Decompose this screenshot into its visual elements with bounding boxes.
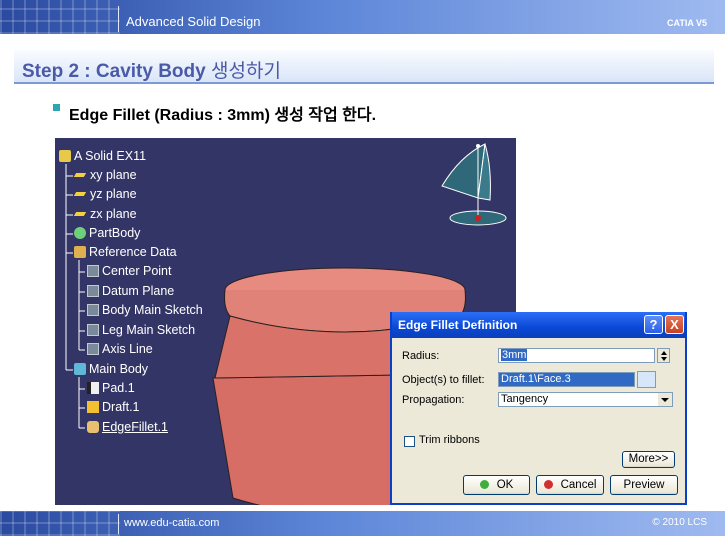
bullet-text: Edge Fillet (Radius : 3mm) 생성 작업 한다. <box>69 101 376 125</box>
body-icon <box>74 246 86 258</box>
footer-banner: www.edu-catia.com © 2010 LCS <box>0 511 725 536</box>
ok-label: OK <box>496 479 514 491</box>
edge-fillet-icon <box>87 421 99 433</box>
step-title: Step 2 : Cavity Body 생성하기 <box>22 56 281 83</box>
plane-icon <box>73 192 87 196</box>
dialog-title-bar[interactable]: Edge Fillet Definition ? X <box>392 312 685 338</box>
tree-item-label: Body Main Sketch <box>102 303 203 317</box>
preview-button[interactable]: Preview <box>610 475 678 495</box>
tree-root-label: A Solid EX11 <box>74 149 147 163</box>
tree-item-draft[interactable]: Draft.1 <box>87 400 140 418</box>
objects-label: Object(s) to fillet: <box>402 374 485 386</box>
trim-ribbons-checkbox[interactable] <box>404 436 415 447</box>
part-icon <box>59 150 71 162</box>
tree-item-yz-plane[interactable]: yz plane <box>73 187 137 205</box>
close-button[interactable]: X <box>665 315 684 334</box>
tree-item-datum-plane[interactable]: Datum Plane <box>87 284 174 302</box>
chevron-down-icon <box>658 393 672 406</box>
tree-item-label: PartBody <box>89 226 141 240</box>
cancel-icon <box>543 480 553 489</box>
tree-item-partbody[interactable]: PartBody <box>74 226 140 244</box>
plane-icon <box>73 212 87 216</box>
header-banner: Advanced Solid Design CATIA V5 <box>0 0 725 34</box>
radius-label: Radius: <box>402 350 440 362</box>
bullet-text-korean: 생성 작업 한다. <box>274 107 377 124</box>
draft-icon <box>87 401 99 413</box>
tree-item-label: Draft.1 <box>102 400 140 414</box>
sketch-icon <box>87 324 99 336</box>
tree-item-leg-main-sketch[interactable]: Leg Main Sketch <box>87 323 195 341</box>
radius-field[interactable]: 3mm <box>498 348 655 363</box>
tree-item-label: zx plane <box>90 207 137 221</box>
footer-separator <box>118 514 119 534</box>
compass-icon[interactable] <box>430 138 516 248</box>
help-button[interactable]: ? <box>644 315 663 334</box>
step-title-box: Step 2 : Cavity Body 생성하기 <box>14 50 714 84</box>
tree-item-label: EdgeFillet.1 <box>102 420 169 434</box>
tree-item-axis-line[interactable]: Axis Line <box>87 342 153 360</box>
footer-pattern <box>0 511 120 536</box>
step-title-korean: 생성하기 <box>211 61 281 82</box>
radius-value: 3mm <box>501 349 528 361</box>
propagation-value: Tangency <box>501 393 549 405</box>
banner-pattern <box>0 0 120 34</box>
specification-tree[interactable]: A Solid EX11 xy plane yz plane zx plane … <box>55 138 355 505</box>
objects-field[interactable]: Draft.1\Face.3 <box>498 372 635 387</box>
header-product-label: CATIA V5 <box>666 18 707 28</box>
tree-item-label: yz plane <box>90 187 137 201</box>
cancel-label: Cancel <box>560 479 597 491</box>
tree-item-label: Center Point <box>102 264 172 278</box>
tree-item-zx-plane[interactable]: zx plane <box>73 207 137 225</box>
body-icon <box>74 363 86 375</box>
tree-item-main-body[interactable]: Main Body <box>74 362 148 380</box>
more-button[interactable]: More>> <box>622 451 675 468</box>
tree-item-reference-data[interactable]: Reference Data <box>74 245 177 263</box>
tree-item-label: Axis Line <box>102 342 153 356</box>
tree-item-label: xy plane <box>90 168 137 182</box>
dialog-title: Edge Fillet Definition <box>398 318 518 332</box>
tree-item-label: Datum Plane <box>102 284 175 298</box>
point-icon <box>87 265 99 277</box>
ok-icon <box>479 480 489 489</box>
cancel-button[interactable]: Cancel <box>536 475 604 495</box>
radius-spinner[interactable] <box>657 348 670 363</box>
tree-item-label: Main Body <box>89 362 149 376</box>
tree-root[interactable]: A Solid EX11 <box>59 149 146 167</box>
select-objects-icon[interactable] <box>637 371 656 388</box>
propagation-select[interactable]: Tangency <box>498 392 673 407</box>
footer-website: www.edu-catia.com <box>124 517 220 529</box>
step-title-text: Step 2 : Cavity Body <box>22 61 206 82</box>
tree-item-label: Pad.1 <box>102 381 135 395</box>
header-title: Advanced Solid Design <box>126 14 261 29</box>
bullet-text-main: Edge Fillet (Radius : 3mm) <box>69 107 270 124</box>
tree-item-body-main-sketch[interactable]: Body Main Sketch <box>87 303 203 321</box>
tree-item-edge-fillet[interactable]: EdgeFillet.1 <box>87 420 168 438</box>
sketch-icon <box>87 304 99 316</box>
banner-separator <box>118 6 119 32</box>
tree-item-label: Leg Main Sketch <box>102 323 196 337</box>
tree-item-center-point[interactable]: Center Point <box>87 264 171 282</box>
tree-item-label: Reference Data <box>89 245 177 259</box>
pad-icon <box>87 382 99 394</box>
edge-fillet-dialog[interactable]: Edge Fillet Definition ? X Radius: 3mm O… <box>390 312 687 505</box>
tree-item-pad[interactable]: Pad.1 <box>87 381 135 399</box>
ok-button[interactable]: OK <box>463 475 530 495</box>
propagation-label: Propagation: <box>402 394 465 406</box>
bullet-icon <box>53 104 60 111</box>
plane-icon <box>73 173 87 177</box>
footer-copyright: © 2010 LCS <box>652 517 707 528</box>
datum-plane-icon <box>87 285 99 297</box>
partbody-icon <box>74 227 86 239</box>
tree-item-xy-plane[interactable]: xy plane <box>73 168 137 186</box>
trim-ribbons-label: Trim ribbons <box>419 434 480 446</box>
line-icon <box>87 343 99 355</box>
